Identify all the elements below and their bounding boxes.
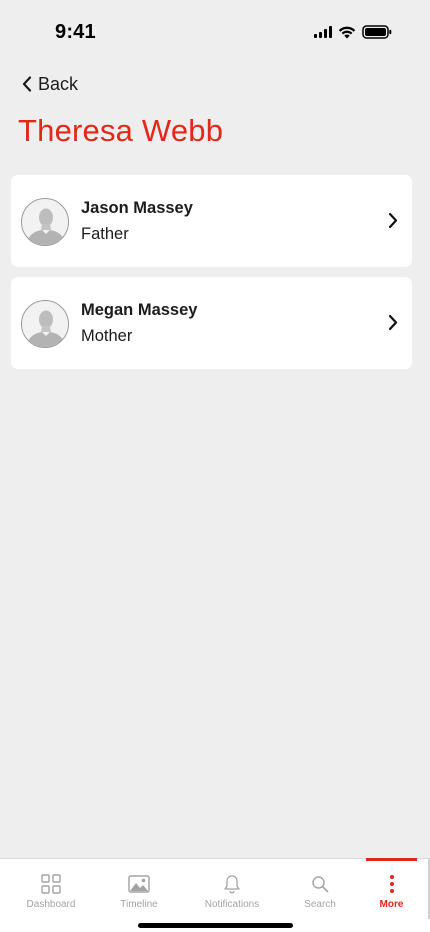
tab-label: Dashboard (26, 899, 76, 910)
avatar (21, 300, 69, 348)
tab-timeline[interactable]: Timeline (96, 859, 182, 919)
contact-list: Jason Massey Father Megan Massey Mother (11, 175, 412, 379)
tab-search[interactable]: Search (277, 859, 363, 919)
wifi-icon (338, 26, 356, 38)
contact-card-megan-massey[interactable]: Megan Massey Mother (11, 277, 412, 369)
cellular-signal-icon (314, 26, 332, 38)
tab-dashboard[interactable]: Dashboard (8, 859, 94, 919)
status-time: 9:41 (55, 21, 96, 43)
search-icon (311, 873, 329, 895)
dashboard-grid-icon (41, 873, 61, 895)
chevron-right-icon (388, 314, 398, 331)
back-button[interactable]: Back (22, 72, 78, 96)
status-icons (314, 25, 392, 39)
contact-name: Megan Massey (81, 301, 198, 319)
screen: 9:41 Back Theresa Webb Jason Massey Fath… (0, 0, 430, 932)
tab-bar: Dashboard Timeline Notifications Search … (0, 858, 430, 932)
contact-relation: Father (81, 225, 129, 243)
contact-relation: Mother (81, 327, 133, 345)
chevron-right-icon (388, 212, 398, 229)
page-title: Theresa Webb (18, 113, 224, 148)
status-bar: 9:41 (0, 0, 430, 54)
tab-label: Notifications (204, 899, 260, 910)
avatar (21, 198, 69, 246)
more-vertical-icon (389, 873, 395, 895)
contact-name: Jason Massey (81, 199, 193, 217)
bell-icon (223, 873, 241, 895)
image-icon (128, 873, 150, 895)
tab-notifications[interactable]: Notifications (189, 859, 275, 919)
contact-card-jason-massey[interactable]: Jason Massey Father (11, 175, 412, 267)
tab-more[interactable]: More (366, 858, 417, 919)
person-avatar-icon (26, 310, 66, 347)
back-label: Back (38, 73, 79, 94)
chevron-left-icon (22, 76, 32, 92)
home-indicator (138, 923, 293, 928)
tab-label: Timeline (120, 899, 158, 910)
person-avatar-icon (26, 208, 66, 245)
tab-active-indicator (366, 858, 417, 861)
battery-icon (362, 25, 392, 39)
tab-label: Search (304, 899, 336, 910)
tab-label: More (379, 899, 404, 910)
